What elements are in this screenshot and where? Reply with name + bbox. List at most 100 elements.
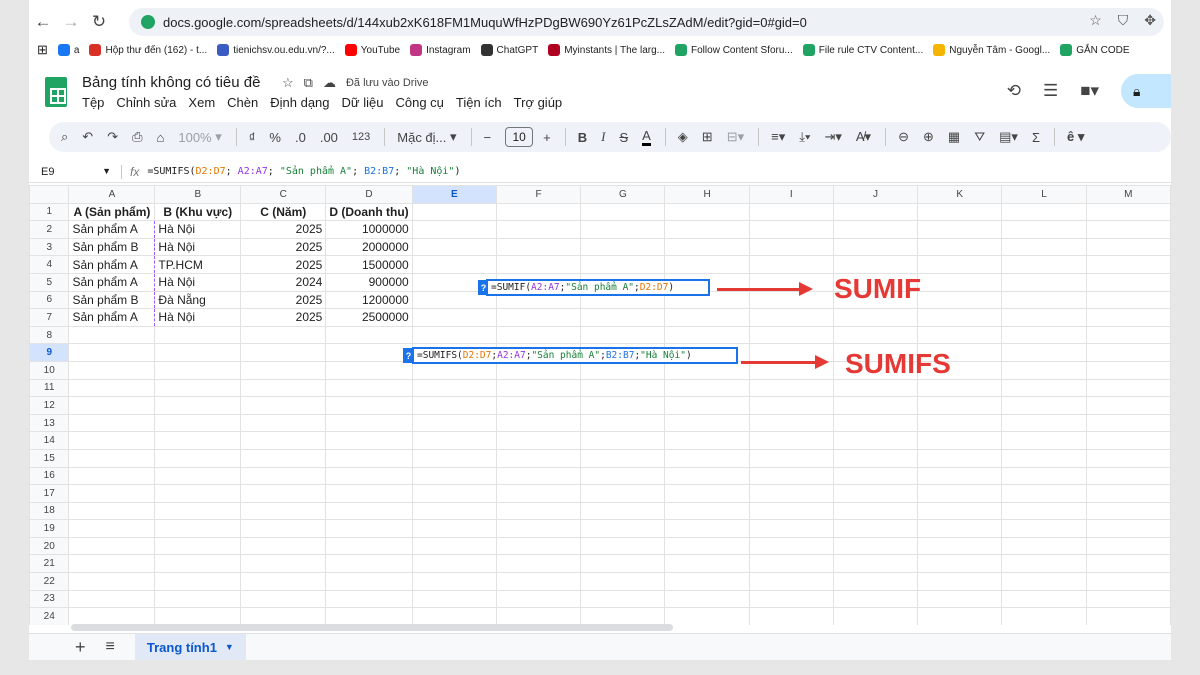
cell[interactable] [411, 325, 497, 345]
cell[interactable] [1001, 378, 1087, 398]
cell[interactable] [1085, 255, 1171, 274]
cell[interactable] [1001, 202, 1087, 222]
cell[interactable] [748, 325, 834, 345]
spreadsheet-grid[interactable]: ABCDEFGHIJKLM1A (Sản phẩm) B (Khu vực) C (… [29, 185, 1171, 625]
cell[interactable] [748, 378, 834, 398]
decrease-decimal-button[interactable]: .0 [295, 130, 306, 145]
cell[interactable]: 1200000 [325, 290, 413, 310]
cell[interactable]: 1500000 [325, 255, 413, 274]
cell[interactable] [411, 220, 497, 239]
menu-item[interactable]: Xem [188, 95, 215, 110]
cell[interactable] [1001, 343, 1087, 362]
cell[interactable] [154, 343, 242, 362]
row-header[interactable]: 10 [29, 360, 70, 380]
cell[interactable]: 2025 [240, 220, 327, 239]
cell[interactable] [664, 378, 750, 398]
cell[interactable] [1085, 343, 1171, 362]
row-header[interactable]: 2 [29, 220, 70, 239]
cell[interactable] [1085, 396, 1171, 415]
cell[interactable] [411, 308, 497, 327]
bookmark-item[interactable]: Instagram [410, 44, 471, 56]
cell[interactable] [411, 572, 497, 591]
cell[interactable] [664, 536, 750, 556]
cell[interactable] [1085, 360, 1171, 380]
select-all-corner[interactable] [29, 185, 70, 204]
cell[interactable] [495, 466, 582, 486]
undo-icon[interactable]: ↶ [82, 129, 93, 145]
cell[interactable] [917, 572, 1003, 591]
cell[interactable] [664, 325, 750, 345]
cell[interactable] [748, 484, 834, 503]
cell[interactable] [664, 554, 750, 574]
cell[interactable] [917, 325, 1003, 345]
cell[interactable] [240, 484, 327, 503]
decrease-font-size-icon[interactable]: − [484, 130, 492, 145]
cell[interactable] [917, 290, 1003, 310]
cell[interactable] [1001, 466, 1087, 486]
add-sheet-button[interactable]: + [75, 637, 86, 658]
cell[interactable] [832, 484, 919, 503]
cell[interactable] [917, 272, 1003, 292]
row-header[interactable]: 11 [29, 378, 70, 398]
cell[interactable]: A (Sản phẩm) [68, 202, 156, 222]
cell[interactable] [917, 220, 1003, 239]
bookmark-item[interactable]: Hộp thư đến (162) - t... [89, 44, 207, 56]
cell[interactable] [1085, 572, 1171, 591]
cell[interactable] [325, 378, 413, 398]
cell[interactable] [748, 589, 834, 609]
cell[interactable] [411, 237, 497, 257]
increase-font-size-icon[interactable]: + [543, 130, 551, 145]
cell[interactable] [832, 308, 919, 327]
menu-item[interactable]: Công cụ [395, 95, 443, 110]
cell[interactable] [1001, 448, 1087, 468]
row-header[interactable]: 4 [29, 255, 70, 274]
cell[interactable] [1085, 237, 1171, 257]
cell[interactable] [240, 325, 327, 345]
cell[interactable] [917, 378, 1003, 398]
cell[interactable] [580, 220, 666, 239]
cell[interactable] [68, 466, 156, 486]
cell[interactable] [154, 448, 242, 468]
cell[interactable] [495, 572, 582, 591]
cell[interactable] [495, 360, 582, 380]
cell[interactable] [917, 519, 1003, 538]
cell[interactable] [154, 360, 242, 380]
cell[interactable] [68, 325, 156, 345]
cell[interactable] [411, 413, 497, 433]
cell[interactable] [1085, 466, 1171, 486]
cell[interactable]: 2024 [240, 272, 327, 292]
fill-color-icon[interactable]: ◈ [678, 129, 688, 145]
cell[interactable]: 2025 [240, 255, 327, 274]
cell[interactable] [832, 202, 919, 222]
filter-icon[interactable]: ⛛ [974, 129, 985, 145]
cell[interactable] [580, 431, 666, 450]
cell[interactable] [748, 290, 834, 310]
cell[interactable] [664, 255, 750, 274]
cell[interactable] [1001, 396, 1087, 415]
cell[interactable]: Sản phẩm A [68, 272, 156, 292]
cell[interactable] [495, 308, 582, 327]
bookmark-star-icon[interactable]: ☆ [1089, 12, 1102, 29]
column-header[interactable]: L [1001, 185, 1087, 204]
cell[interactable] [240, 396, 327, 415]
cell[interactable] [411, 448, 497, 468]
zoom-select[interactable]: 100% ▾ [178, 129, 221, 145]
cell[interactable] [154, 484, 242, 503]
cell[interactable]: TP.HCM [154, 255, 242, 274]
cell[interactable] [664, 396, 750, 415]
column-header[interactable]: F [495, 185, 582, 204]
cell[interactable] [748, 396, 834, 415]
text-rotation-icon[interactable]: A̸▾ [856, 129, 871, 145]
cell[interactable] [495, 484, 582, 503]
cell[interactable] [748, 431, 834, 450]
menu-item[interactable]: Chèn [227, 95, 258, 110]
column-header[interactable]: E [411, 185, 497, 204]
cell[interactable] [580, 202, 666, 222]
cell[interactable] [68, 396, 156, 415]
cell[interactable] [68, 607, 156, 625]
cell[interactable] [917, 413, 1003, 433]
cell[interactable] [1001, 413, 1087, 433]
cell[interactable] [748, 255, 834, 274]
cell[interactable] [411, 360, 497, 380]
percent-format-button[interactable]: % [269, 130, 281, 145]
